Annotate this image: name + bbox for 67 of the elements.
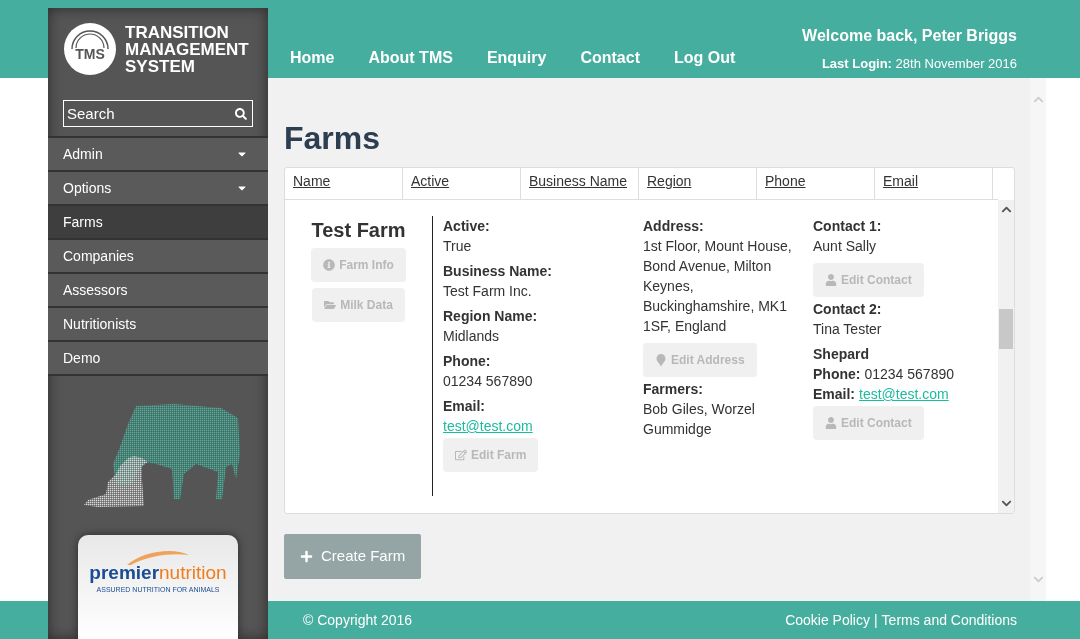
field-value: 01234 567890	[864, 365, 954, 384]
nav-link[interactable]: Log Out	[674, 46, 736, 70]
column-header[interactable]: Region	[639, 168, 757, 199]
field-label: Phone:	[813, 365, 861, 384]
field-label: Email:	[813, 385, 855, 404]
sidebar-item[interactable]: Companies	[48, 238, 268, 272]
field-label: Region Name:	[443, 307, 539, 326]
folder-icon	[324, 299, 337, 311]
nav-link[interactable]: Contact	[580, 46, 640, 70]
sidebar-item[interactable]: Demo	[48, 340, 268, 374]
table-scrollbar[interactable]	[998, 200, 1014, 513]
scroll-up-icon[interactable]	[1000, 204, 1012, 215]
user-icon	[825, 417, 837, 429]
footer-bar	[0, 601, 48, 639]
field-label: Business Name:	[443, 262, 553, 281]
field-value: Tina Tester	[813, 320, 883, 339]
field-value: Test Farm Inc.	[443, 282, 533, 301]
nav-link[interactable]: About TMS	[368, 46, 453, 70]
last-login-text: Last Login: 28th November 2016	[821, 55, 1017, 73]
email-link[interactable]: test@test.com	[443, 416, 533, 436]
email-link[interactable]: test@test.com	[859, 384, 949, 404]
column-header[interactable]: Business Name	[521, 168, 639, 199]
search-field[interactable]: Search	[63, 100, 253, 127]
scrollbar-thumb[interactable]	[999, 308, 1013, 349]
nav-link[interactable]: Enquiry	[486, 46, 547, 70]
user-icon	[825, 274, 837, 286]
field-label: Active:	[443, 217, 491, 236]
field-label: Farmers:	[643, 380, 704, 399]
field-value: Bob Giles, Worzel Gummidge	[643, 400, 756, 439]
copyright-text: © Copyright 2016	[303, 610, 413, 630]
field-label: Shepard	[813, 345, 870, 364]
sidebar-item[interactable]: Assessors	[48, 272, 268, 306]
column-header[interactable]: Phone	[757, 168, 875, 199]
create-farm-button[interactable]: Create Farm	[284, 534, 422, 579]
sidebar-item[interactable]: Options	[48, 170, 268, 204]
separator-text: |	[873, 610, 878, 630]
scroll-down-icon[interactable]	[1000, 498, 1012, 509]
footer-link[interactable]: Terms and Conditions	[881, 609, 1017, 631]
field-value: Aunt Sally	[813, 237, 878, 256]
app-logo-title: TRANSITION MANAGEMENT SYSTEM	[125, 23, 249, 75]
sponsor-logo-text: premiernutrition	[89, 563, 227, 583]
column-header[interactable]: Email	[875, 168, 993, 199]
sidebar-item[interactable]: Nutritionists	[48, 306, 268, 340]
welcome-text: Welcome back, Peter Briggs	[802, 26, 1017, 46]
edit-icon	[455, 449, 467, 461]
field-label: Phone:	[443, 352, 492, 371]
column-header[interactable]: Active	[403, 168, 521, 199]
field-value: 01234 567890	[443, 372, 534, 391]
search-icon	[235, 108, 247, 120]
field-label: Contact 2:	[813, 300, 883, 319]
farm-name: Test Farm	[311, 218, 406, 242]
field-label: Address:	[643, 217, 705, 236]
field-label: Email:	[443, 397, 486, 416]
column-header[interactable]: Name	[285, 168, 403, 199]
page-title: Farms	[284, 120, 382, 156]
field-label: Contact 1:	[813, 217, 883, 236]
info-icon	[323, 259, 336, 271]
plus-icon	[300, 550, 313, 563]
sidebar-item[interactable]: Farms	[48, 204, 268, 238]
footer-link[interactable]: Cookie Policy	[785, 609, 870, 631]
field-value: True	[443, 237, 473, 256]
field-value: Midlands	[443, 327, 501, 346]
nav-link[interactable]: Home	[290, 46, 335, 70]
sidebar-item[interactable]: Admin	[48, 136, 268, 170]
map-pin-icon	[655, 354, 667, 366]
tms-logo-icon: TMS	[63, 22, 117, 76]
field-value: 1st Floor, Mount House, Bond Avenue, Milton Keynes, Buckinghamshire, MK1 1SF, England	[643, 237, 793, 336]
